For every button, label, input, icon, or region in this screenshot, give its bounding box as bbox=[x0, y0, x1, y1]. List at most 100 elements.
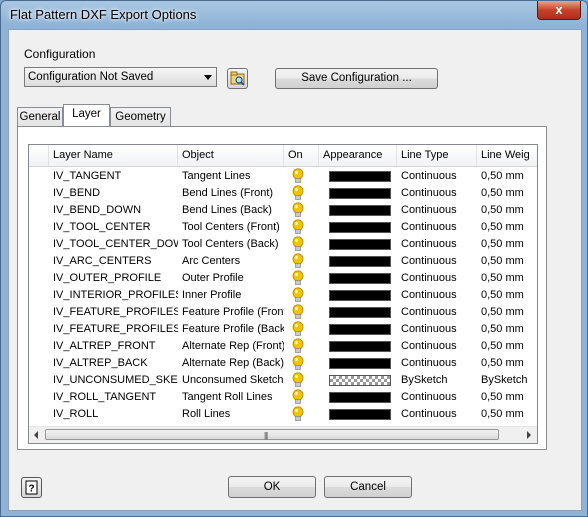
dialog-client: Configuration Configuration Not Saved Sa… bbox=[8, 29, 582, 511]
tab-geometry[interactable]: Geometry bbox=[110, 107, 171, 126]
layer-table[interactable]: Layer Name Object On Appearance Line Typ… bbox=[28, 144, 538, 444]
lightbulb-icon[interactable] bbox=[291, 406, 305, 423]
appearance-swatch[interactable] bbox=[329, 392, 391, 403]
cell-object: Tool Centers (Front) bbox=[182, 221, 280, 233]
cell-line-type: Continuous bbox=[401, 357, 457, 369]
lightbulb-icon[interactable] bbox=[291, 287, 305, 304]
appearance-swatch[interactable] bbox=[329, 307, 391, 318]
configuration-dropdown[interactable]: Configuration Not Saved bbox=[24, 67, 217, 87]
configuration-browse-button[interactable] bbox=[227, 68, 248, 89]
cell-layer-name: IV_BEND bbox=[53, 187, 101, 199]
header-object[interactable]: Object bbox=[178, 145, 284, 166]
appearance-swatch[interactable] bbox=[329, 171, 391, 182]
appearance-swatch[interactable] bbox=[329, 358, 391, 369]
lightbulb-icon[interactable] bbox=[291, 270, 305, 287]
appearance-swatch[interactable] bbox=[329, 222, 391, 233]
cell-object: Bend Lines (Back) bbox=[182, 204, 272, 216]
lightbulb-icon[interactable] bbox=[291, 253, 305, 270]
appearance-swatch[interactable] bbox=[329, 341, 391, 352]
cell-layer-name: IV_BEND_DOWN bbox=[53, 204, 142, 216]
cell-layer-name: IV_TOOL_CENTER bbox=[53, 221, 151, 233]
header-layer-name[interactable]: Layer Name bbox=[49, 145, 178, 166]
grip-icon: ||| bbox=[264, 431, 268, 440]
cell-line-type: Continuous bbox=[401, 323, 457, 335]
tab-layer[interactable]: Layer bbox=[63, 104, 110, 126]
table-row[interactable]: IV_UNCONSUMED_SKETCHES Unconsumed Sketche… bbox=[29, 372, 537, 389]
appearance-swatch[interactable] bbox=[329, 239, 391, 250]
ok-button[interactable]: OK bbox=[228, 476, 316, 498]
table-row[interactable]: IV_ARC_CENTERS Arc Centers Continuous 0,50 … bbox=[29, 253, 537, 270]
cell-line-weight: 0,50 mm bbox=[481, 391, 524, 403]
cell-line-weight: 0,50 mm bbox=[481, 323, 524, 335]
header-appearance[interactable]: Appearance bbox=[319, 145, 397, 166]
lightbulb-icon[interactable] bbox=[291, 236, 305, 253]
table-row[interactable]: IV_BEND Bend Lines (Front) Continuous 0,50 … bbox=[29, 185, 537, 202]
table-row[interactable]: IV_ALTREP_FRONT Alternate Rep (Front) Cont… bbox=[29, 338, 537, 355]
help-glyph: ? bbox=[28, 484, 34, 495]
horizontal-scrollbar[interactable]: ||| bbox=[29, 426, 537, 443]
appearance-swatch[interactable] bbox=[329, 256, 391, 267]
scroll-left-icon[interactable] bbox=[34, 431, 38, 439]
lightbulb-icon[interactable] bbox=[291, 321, 305, 338]
help-button[interactable]: ? bbox=[21, 477, 42, 498]
cell-object: Inner Profile bbox=[182, 289, 242, 301]
tab-general[interactable]: General bbox=[17, 107, 63, 126]
cell-object: Tool Centers (Back) bbox=[182, 238, 279, 250]
scrollbar-thumb[interactable]: ||| bbox=[45, 429, 499, 440]
save-configuration-button[interactable]: Save Configuration ... bbox=[275, 68, 438, 89]
help-icon: ? bbox=[25, 480, 38, 495]
appearance-swatch[interactable] bbox=[329, 273, 391, 284]
appearance-swatch[interactable] bbox=[329, 324, 391, 335]
appearance-swatch[interactable] bbox=[329, 205, 391, 216]
cell-line-weight: BySketch bbox=[481, 374, 528, 386]
appearance-swatch[interactable] bbox=[329, 188, 391, 199]
lightbulb-icon[interactable] bbox=[291, 389, 305, 406]
scroll-right-icon[interactable] bbox=[527, 431, 531, 439]
lightbulb-icon[interactable] bbox=[291, 219, 305, 236]
lightbulb-icon[interactable] bbox=[291, 304, 305, 321]
cell-layer-name: IV_UNCONSUMED_SKETCHES bbox=[53, 374, 178, 386]
lightbulb-icon[interactable] bbox=[291, 185, 305, 202]
lightbulb-icon[interactable] bbox=[291, 372, 305, 389]
appearance-swatch-bysketch[interactable] bbox=[329, 375, 391, 386]
lightbulb-icon[interactable] bbox=[291, 202, 305, 219]
dialog-window: Flat Pattern DXF Export Options x Config… bbox=[0, 0, 588, 517]
header-line-type[interactable]: Line Type bbox=[397, 145, 477, 166]
table-row[interactable]: IV_ALTREP_BACK Alternate Rep (Back) Contin… bbox=[29, 355, 537, 372]
lightbulb-icon[interactable] bbox=[291, 168, 305, 185]
cell-line-weight: 0,50 mm bbox=[481, 289, 524, 301]
header-on[interactable]: On bbox=[284, 145, 319, 166]
lightbulb-icon[interactable] bbox=[291, 338, 305, 355]
cell-line-weight: 0,50 mm bbox=[481, 306, 524, 318]
table-row[interactable]: IV_ROLL_TANGENT Tangent Roll Lines Continu… bbox=[29, 389, 537, 406]
table-row[interactable]: IV_TOOL_CENTER_DOWN Tool Centers (Back) Co… bbox=[29, 236, 537, 253]
table-row[interactable]: IV_TOOL_CENTER Tool Centers (Front) Contin… bbox=[29, 219, 537, 236]
table-row[interactable]: IV_INTERIOR_PROFILES Inner Profile Continu… bbox=[29, 287, 537, 304]
appearance-swatch[interactable] bbox=[329, 290, 391, 301]
cell-line-type: Continuous bbox=[401, 306, 457, 318]
appearance-swatch[interactable] bbox=[329, 409, 391, 420]
cell-line-weight: 0,50 mm bbox=[481, 272, 524, 284]
cell-line-type: Continuous bbox=[401, 272, 457, 284]
table-row[interactable]: IV_FEATURE_PROFILES_DOWN Feature Profile … bbox=[29, 321, 537, 338]
lightbulb-icon[interactable] bbox=[291, 355, 305, 372]
cell-line-weight: 0,50 mm bbox=[481, 408, 524, 420]
header-line-weight[interactable]: Line Weig bbox=[477, 145, 537, 166]
configuration-selected: Configuration Not Saved bbox=[28, 71, 154, 83]
cell-layer-name: IV_ROLL_TANGENT bbox=[53, 391, 157, 403]
close-button[interactable]: x bbox=[537, 1, 581, 20]
table-row[interactable]: IV_OUTER_PROFILE Outer Profile Continuous 0… bbox=[29, 270, 537, 287]
table-row[interactable]: IV_ROLL Roll Lines Continuous 0,50 mm bbox=[29, 406, 537, 423]
table-row[interactable]: IV_FEATURE_PROFILES Feature Profile (Fron… bbox=[29, 304, 537, 321]
cell-object: Outer Profile bbox=[182, 272, 244, 284]
table-row[interactable]: IV_TANGENT Tangent Lines Continuous 0,50 mm bbox=[29, 168, 537, 185]
table-row[interactable]: IV_BEND_DOWN Bend Lines (Back) Continuous 0… bbox=[29, 202, 537, 219]
cell-object: Feature Profile (Front) bbox=[182, 306, 284, 318]
header-spacer bbox=[29, 145, 49, 166]
cell-line-type: Continuous bbox=[401, 238, 457, 250]
cancel-button[interactable]: Cancel bbox=[324, 476, 412, 498]
folder-icon bbox=[230, 71, 245, 86]
cell-layer-name: IV_ARC_CENTERS bbox=[53, 255, 152, 267]
window-title: Flat Pattern DXF Export Options bbox=[10, 7, 197, 22]
cell-line-type: Continuous bbox=[401, 391, 457, 403]
